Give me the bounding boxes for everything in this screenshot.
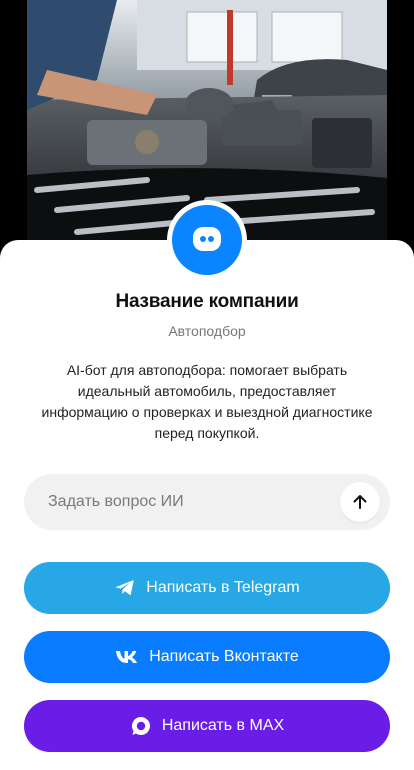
- vk-icon: [115, 649, 139, 665]
- company-category: Автоподбор: [168, 323, 246, 339]
- send-button[interactable]: [340, 482, 380, 522]
- chat-bot-icon: [172, 205, 242, 275]
- max-button-label: Написать в MAX: [161, 717, 285, 734]
- telegram-icon: [114, 578, 136, 598]
- max-icon: [130, 715, 152, 737]
- vk-button[interactable]: Написать Вконтакте: [24, 631, 390, 683]
- max-button[interactable]: Написать в MAX: [24, 700, 390, 752]
- ask-ai-field: [24, 474, 390, 530]
- arrow-up-icon: [353, 495, 367, 509]
- telegram-button-label: Написать в Telegram: [146, 579, 300, 596]
- vk-button-label: Написать Вконтакте: [149, 648, 299, 665]
- telegram-button[interactable]: Написать в Telegram: [24, 562, 390, 614]
- company-description: AI-бот для автоподбора: помогает выбрать…: [41, 362, 373, 441]
- ask-ai-input[interactable]: [48, 493, 340, 511]
- avatar: [167, 200, 247, 280]
- company-name: Название компании: [115, 291, 299, 312]
